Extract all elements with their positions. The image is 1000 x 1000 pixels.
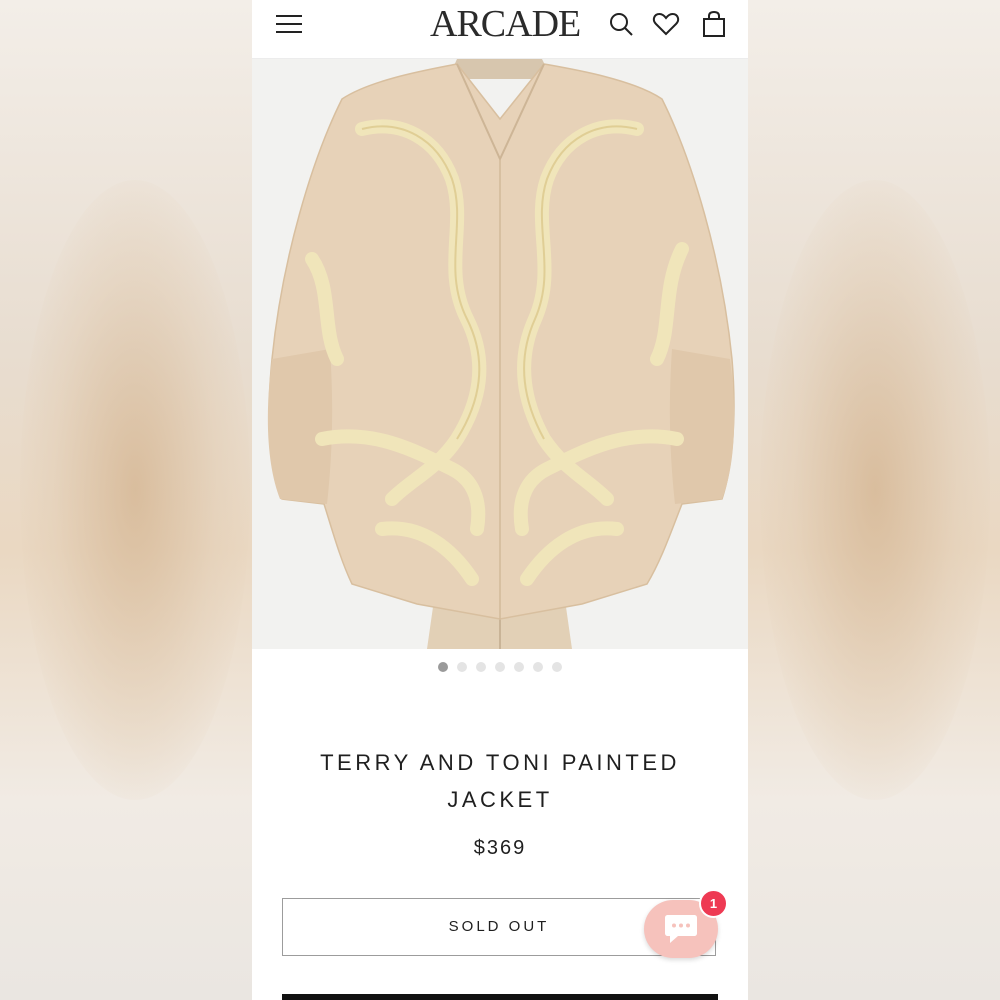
blur-blob: [20, 180, 250, 800]
menu-icon[interactable]: [274, 12, 304, 36]
jacket-illustration: [252, 59, 748, 649]
chat-notification-badge: 1: [699, 889, 728, 918]
gallery-pagination: [252, 661, 748, 675]
site-logo[interactable]: ARCADE: [430, 2, 581, 46]
blur-blob: [760, 180, 990, 800]
site-header: ARCADE: [252, 0, 748, 59]
product-price: $369: [473, 837, 527, 859]
search-icon[interactable]: [607, 10, 635, 38]
gallery-dot[interactable]: [457, 662, 467, 672]
background-blur-right: [748, 0, 1000, 1000]
chat-bubble-icon: [665, 915, 697, 943]
background-blur-left: [0, 0, 252, 1000]
gallery-dot[interactable]: [514, 662, 524, 672]
product-image[interactable]: [252, 59, 748, 649]
gallery-dot[interactable]: [495, 662, 505, 672]
next-button-edge[interactable]: [282, 994, 718, 1000]
product-page: ARCADE TERRY AND TONI PAINTED JACKET $36…: [252, 0, 748, 1000]
gallery-dot[interactable]: [438, 662, 448, 672]
heart-icon[interactable]: [652, 10, 680, 38]
gallery-dot[interactable]: [552, 662, 562, 672]
chat-button[interactable]: 1: [644, 889, 728, 962]
cart-icon[interactable]: [700, 10, 728, 38]
product-title: TERRY AND TONI PAINTED JACKET: [320, 750, 680, 812]
gallery-dot[interactable]: [533, 662, 543, 672]
gallery-dot[interactable]: [476, 662, 486, 672]
